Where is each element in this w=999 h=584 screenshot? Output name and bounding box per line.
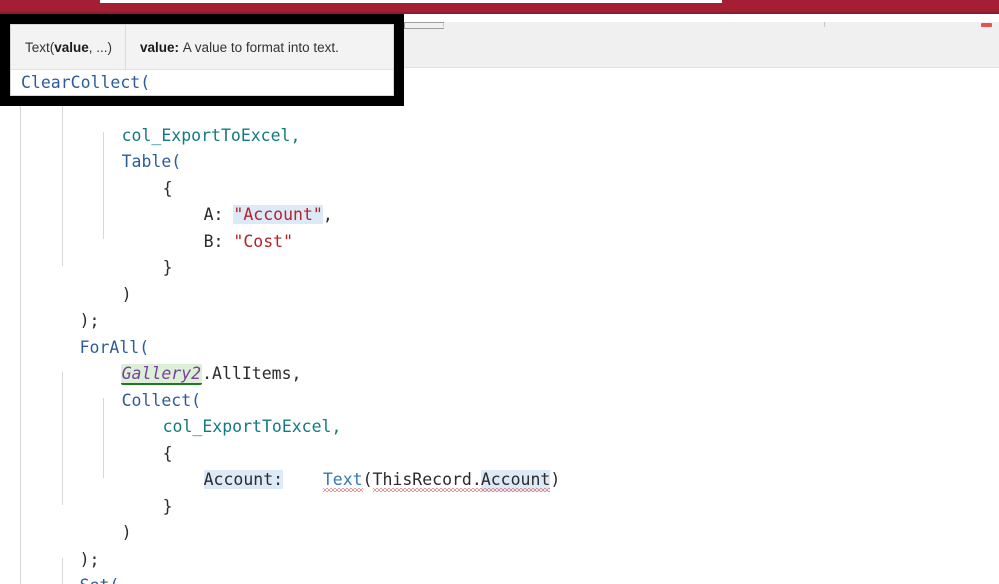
code-editor[interactable]: col_ExportToExcel, Table( { A: "Account"… [0, 96, 999, 584]
code-line[interactable]: } [0, 229, 999, 277]
code-line[interactable]: Table( [0, 123, 999, 171]
indent-guide [62, 558, 63, 584]
panel-corner [404, 22, 444, 29]
indent-guide [62, 372, 63, 505]
code-line[interactable]: B: "Cost" [0, 202, 999, 251]
code-line[interactable]: ); [0, 282, 999, 330]
code-line[interactable]: Set( [0, 547, 999, 584]
code-line[interactable]: Account: Text(ThisRecord.Account) [0, 441, 999, 489]
indent-guide [20, 96, 21, 584]
code-line[interactable]: Gallery2.AllItems, [0, 335, 999, 385]
black-highlight-rectangle [0, 14, 404, 106]
error-marker[interactable] [981, 23, 992, 27]
strip-tick [824, 22, 825, 27]
code-line[interactable]: col_ExportToExcel, [0, 388, 999, 436]
code-line[interactable]: ) [0, 255, 999, 304]
code-line[interactable]: Collect( [0, 361, 999, 410]
code-line[interactable]: ) [0, 494, 999, 542]
code-line[interactable]: ); [0, 520, 999, 569]
code-line[interactable]: { [0, 149, 999, 198]
code-line[interactable]: ForAll( [0, 308, 999, 357]
app-title-bar-highlight [100, 0, 722, 3]
indent-guide [103, 132, 104, 239]
code-line[interactable]: var_fileName [0, 573, 999, 584]
code-line[interactable]: } [0, 467, 999, 516]
code-line[interactable]: A: "Account", [0, 176, 999, 224]
indent-guide [62, 106, 63, 266]
formula-editor-root: Text(value, ...) value: A value to forma… [0, 0, 999, 584]
indent-guide [103, 398, 104, 478]
code-line[interactable]: { [0, 414, 999, 463]
